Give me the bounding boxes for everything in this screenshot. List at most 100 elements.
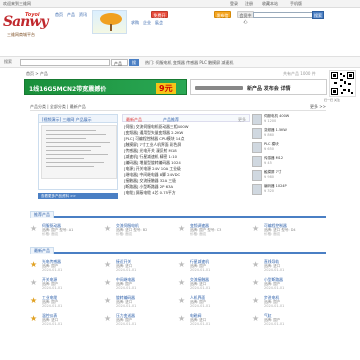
video-panel-title[interactable]: [视频演示] 三维网 产品展示 bbox=[42, 117, 92, 123]
latest-product[interactable]: ★ 工业电缆 品牌: 国产 2024-01-01 bbox=[30, 294, 102, 310]
promo-banner-left[interactable]: 1线16G5MCN2带宽震撼价 9元 bbox=[24, 79, 187, 95]
logo-tagline: 三维网商城平台 bbox=[7, 32, 35, 37]
search-row-button-label: 搜 bbox=[132, 60, 136, 65]
product-date: 2024-01-01 bbox=[116, 304, 137, 308]
product-count: 共有产品 1000 件 bbox=[283, 71, 316, 76]
star-icon: ★ bbox=[252, 296, 260, 305]
latest-product[interactable]: ★ 人机界面 品牌: 国产 2024-01-01 bbox=[178, 294, 250, 310]
recommended-product[interactable]: ★ 变频调速器 品牌: 国产 型号: C3 价格: 面议 bbox=[178, 222, 250, 238]
right-product-item[interactable]: 变频器 1.5KW ¥ 860 bbox=[252, 128, 322, 140]
post-info-button[interactable]: 发布信息 bbox=[214, 11, 231, 24]
latest-product[interactable]: ★ 旋转编码器 品牌: 进口 2024-01-01 bbox=[104, 294, 176, 310]
star-icon: ★ bbox=[252, 314, 260, 323]
right-product-item[interactable]: 编码器 1024P ¥ 320 bbox=[252, 184, 322, 196]
latest-product[interactable]: ★ 中间继电器 品牌: 国产 2024-01-01 bbox=[104, 276, 176, 292]
recommended-product[interactable]: ★ 可编程控制器 品牌: 进口 型号: D4 价格: 面议 bbox=[252, 222, 324, 238]
header-search-input[interactable] bbox=[253, 12, 313, 18]
product-date: 2024-01-01 bbox=[264, 322, 285, 326]
hot-search-links[interactable]: 热门: 伺服电机 变频器 传感器 PLC 触摸屏 减速机 bbox=[145, 60, 295, 66]
nav-buy[interactable]: 求购 bbox=[131, 20, 139, 26]
product-date: 2024-01-01 bbox=[42, 304, 63, 308]
nav-home[interactable]: 首页 bbox=[55, 12, 63, 18]
latest-product[interactable]: ★ 光电传感器 品牌: 国产 2024-01-01 bbox=[30, 258, 102, 274]
latest-product[interactable]: ★ 电磁阀 品牌: 进口 2024-01-01 bbox=[178, 312, 250, 328]
video-panel-header: [视频演示] 三维网 产品展示 bbox=[39, 115, 117, 123]
product-date: 2024-01-01 bbox=[190, 322, 211, 326]
latest-product[interactable]: ★ 接近开关 品牌: 进口 2024-01-01 bbox=[104, 258, 176, 274]
member-center-button[interactable]: 会员中心 bbox=[237, 11, 254, 24]
recommended-tab[interactable]: 推荐产品 bbox=[30, 211, 54, 218]
section-title-bar: 产品分类 | 全部分类 | 最新产品 更多 >> bbox=[30, 103, 326, 111]
recommended-product[interactable]: ★ 交流伺服电机 品牌: 进口 型号: B2 价格: 面议 bbox=[104, 222, 176, 238]
product-thumb bbox=[252, 114, 262, 125]
latest-product[interactable]: ★ 直线导轨 品牌: 进口 2024-01-01 bbox=[252, 258, 324, 274]
latest-product[interactable]: ★ 行星减速机 品牌: 国产 2024-01-01 bbox=[178, 258, 250, 274]
product-date: 2024-01-01 bbox=[264, 286, 285, 290]
right-product-price: ¥ 860 bbox=[264, 133, 275, 137]
latest-product[interactable]: ★ 小型断路器 品牌: 国产 2024-01-01 bbox=[252, 276, 324, 292]
section-tabs[interactable]: 产品分类 | 全部分类 | 最新产品 bbox=[30, 104, 86, 110]
section-more-link[interactable]: 更多 >> bbox=[310, 104, 326, 110]
nav-news[interactable]: 资讯 bbox=[79, 12, 87, 18]
mobile-link[interactable]: 手机版 bbox=[290, 1, 302, 7]
product-thumb bbox=[252, 170, 262, 181]
register-link[interactable]: 注册 bbox=[245, 1, 253, 7]
right-product-item[interactable]: 伺服电机 400W ¥ 1200 bbox=[252, 114, 322, 126]
star-icon: ★ bbox=[252, 278, 260, 287]
news-tab-recommend[interactable]: 产品推荐 bbox=[163, 117, 179, 123]
star-icon: ★ bbox=[178, 296, 186, 305]
site-logo[interactable]: Sanwy Toyoi 三维网商城平台 bbox=[3, 11, 51, 37]
news-item[interactable]: [电缆] 屏蔽电缆 4芯 0.75平方 bbox=[124, 190, 248, 196]
star-icon: ★ bbox=[178, 260, 186, 269]
latest-header: 最新产品 bbox=[30, 246, 326, 254]
right-product-price: ¥ 45 bbox=[264, 161, 272, 165]
right-product-item[interactable]: PLC 模块 ¥ 650 bbox=[252, 142, 322, 154]
video-screenshot[interactable] bbox=[41, 125, 117, 179]
promo-tree-image[interactable] bbox=[92, 10, 127, 34]
product-date: 2024-01-01 bbox=[116, 322, 137, 326]
product-thumb bbox=[252, 128, 262, 139]
video-panel-footer[interactable]: 查看更多产品资料 >> bbox=[38, 193, 118, 199]
search-category-select[interactable]: 产品 bbox=[111, 59, 128, 66]
search-row-button[interactable]: 搜 bbox=[129, 59, 139, 66]
video-panel: [视频演示] 三维网 产品展示 bbox=[38, 114, 118, 190]
news-list: 最新产品 产品推荐 更多 [伺服] 交流伺服电机驱动器三相400W [变频器] … bbox=[122, 114, 250, 196]
latest-tab[interactable]: 最新产品 bbox=[30, 247, 54, 254]
right-product-price: ¥ 320 bbox=[264, 189, 275, 193]
star-icon: ★ bbox=[104, 260, 112, 269]
header-search-button[interactable]: 搜索 bbox=[312, 11, 324, 19]
right-product-price: ¥ 980 bbox=[264, 175, 275, 179]
latest-product[interactable]: ★ 温控仪表 品牌: 进口 2024-01-01 bbox=[30, 312, 102, 328]
recommended-product[interactable]: ★ 伺服驱动器 品牌: 国产 型号: A1 价格: 面议 bbox=[30, 222, 102, 238]
product-date: 2024-01-01 bbox=[42, 322, 63, 326]
bookmark-link[interactable]: 收藏本站 bbox=[262, 1, 278, 7]
nav-company[interactable]: 企业 bbox=[143, 20, 151, 26]
latest-product[interactable]: ★ 气缸 品牌: 国产 2024-01-01 bbox=[252, 312, 324, 328]
breadcrumb[interactable]: 首页 > 产品 bbox=[26, 71, 48, 77]
open-shop-button[interactable]: 免费开店 bbox=[151, 11, 168, 24]
recommended-header: 推荐产品 bbox=[30, 210, 326, 218]
latest-product[interactable]: ★ 开关电源 品牌: 国产 2024-01-01 bbox=[30, 276, 102, 292]
search-row-label: 搜索 bbox=[4, 59, 12, 64]
latest-product[interactable]: ★ 交流接触器 品牌: 进口 2024-01-01 bbox=[178, 276, 250, 292]
news-more[interactable]: 更多 bbox=[238, 117, 246, 123]
latest-product[interactable]: ★ 压力变送器 品牌: 国产 2024-01-01 bbox=[104, 312, 176, 328]
right-product-item[interactable]: 触摸屏 7寸 ¥ 980 bbox=[252, 170, 322, 182]
promo-banner-right[interactable]: 新产品 发布会 详情 bbox=[190, 79, 327, 95]
star-icon: ★ bbox=[30, 260, 38, 269]
news-tab-latest[interactable]: 最新产品 bbox=[126, 117, 142, 123]
welcome-text: 欢迎来到三维网 bbox=[3, 1, 31, 6]
star-icon: ★ bbox=[30, 296, 38, 305]
latest-product[interactable]: ★ 步进电机 品牌: 国产 2024-01-01 bbox=[252, 294, 324, 310]
tree-trunk bbox=[110, 24, 112, 31]
product-price: 价格: 面议 bbox=[264, 232, 281, 236]
nav-products[interactable]: 产品 bbox=[67, 12, 75, 18]
product-price: 价格: 面议 bbox=[42, 232, 59, 236]
star-icon: ★ bbox=[252, 224, 260, 233]
search-row-input[interactable] bbox=[20, 59, 110, 66]
star-icon: ★ bbox=[178, 278, 186, 287]
login-link[interactable]: 登录 bbox=[230, 1, 238, 7]
qr-label: 扫一扫 关注 bbox=[324, 98, 340, 102]
star-icon: ★ bbox=[178, 224, 186, 233]
right-product-item[interactable]: 传感器 M12 ¥ 45 bbox=[252, 156, 322, 168]
